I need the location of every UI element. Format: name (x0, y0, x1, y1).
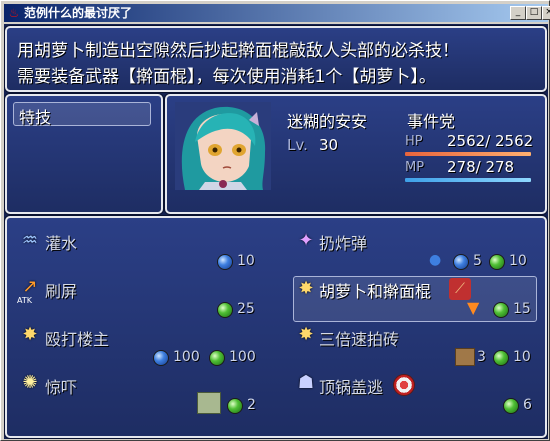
skill-name: 扔炸弹 (319, 234, 368, 253)
atk-arrow-icon: ↗ (22, 276, 38, 297)
crowd-icon: ☗ (297, 372, 315, 393)
green-cost-icon (503, 398, 519, 414)
skill-name: 胡萝卜和擀面棍 (319, 282, 432, 301)
skill-cost: 10 (513, 349, 531, 365)
app-flame-icon: ♨ (8, 6, 20, 20)
help-text-line-1: 用胡萝卜制造出空隙然后抄起擀面棍敲敌人头部的必杀技！ (17, 41, 459, 61)
maximize-button[interactable]: □ (526, 6, 542, 20)
green-cost-icon (493, 302, 509, 318)
skill-name: 三倍速拍砖 (319, 330, 400, 349)
skill-cost: 10 (237, 253, 255, 269)
title-bar[interactable]: ♨ 范例什么的最讨厌了 _ □ × (4, 4, 550, 22)
mp-value: 278/ 278 (447, 158, 515, 176)
game-screen: 用胡萝卜制造出空隙然后抄起擀面棍敲敌人头部的必杀技！ 需要装备武器【擀面棍】，每… (4, 24, 548, 439)
skill-type-window: 特技 (5, 94, 163, 214)
minimize-button[interactable]: _ (510, 6, 526, 20)
star-burst-icon: ✺ (22, 372, 38, 393)
close-button[interactable]: × (542, 6, 550, 20)
skill-cost: 5 (473, 253, 482, 269)
skill-cost: 6 (523, 397, 532, 413)
skill-cost: 15 (513, 301, 531, 317)
skill-name: 顶锅盖逃 (319, 378, 384, 397)
skill-name: 殴打楼主 (45, 330, 110, 349)
hp-value: 2562/ 2562 (447, 132, 534, 150)
bomb-item-icon: ● (429, 252, 442, 268)
brick-icon (455, 348, 475, 366)
skill-name: 灌水 (45, 234, 78, 253)
burst-icon: ✸ (22, 324, 38, 345)
window-title: 范例什么的最讨厌了 (24, 6, 133, 20)
level-label: Lv. (287, 136, 308, 154)
target-icon (393, 374, 415, 396)
atk-icon-label: ATK (17, 296, 32, 305)
carrot-icon: ▼ (467, 298, 480, 317)
green-cost-icon (209, 350, 225, 366)
bomb-sparkle-icon: ✦ (298, 230, 314, 251)
actor-status-window: 迷糊的安安 事件党 Lv. 30 HP 2562/ 2562 MP 278/ 2… (165, 94, 547, 214)
green-cost-icon (227, 398, 243, 414)
help-window: 用胡萝卜制造出空隙然后抄起擀面棍敲敌人头部的必杀技！ 需要装备武器【擀面棍】，每… (5, 26, 547, 92)
skill-name: 惊吓 (45, 378, 78, 397)
rolling-pin-icon: ⟋ (449, 278, 471, 300)
skill-cost: 100 (229, 349, 256, 365)
water-icon: ♒ (21, 230, 39, 251)
mp-label: MP (405, 160, 425, 175)
actor-name: 迷糊的安安 (287, 112, 368, 131)
app-window: ♨ 范例什么的最讨厌了 _ □ × 用胡萝卜制造出空隙然后抄起擀面棍敲敌人头部的… (0, 0, 550, 441)
hp-label: HP (405, 134, 423, 149)
skill-cost: 2 (247, 397, 256, 413)
blue-cost-icon (153, 350, 169, 366)
blue-cost-icon (453, 254, 469, 270)
skill-list-window: ♒ 灌水 10 ✦ 扔炸弹 ● 5 10 ↗ ATK 刷屏 25 ✸ 胡萝卜和擀… (5, 216, 547, 438)
green-cost-icon (489, 254, 505, 270)
book-icon (197, 392, 221, 414)
green-cost-icon (217, 302, 233, 318)
skill-name: 刷屏 (45, 282, 78, 301)
burst-icon: ✸ (298, 278, 314, 299)
blue-cost-icon (217, 254, 233, 270)
burst-icon: ✸ (298, 324, 314, 345)
mp-gauge-fill (405, 178, 531, 182)
skill-cost: 10 (509, 253, 527, 269)
green-cost-icon (493, 350, 509, 366)
actor-class: 事件党 (407, 112, 456, 131)
skill-cost: 25 (237, 301, 255, 317)
brick-count: 3 (477, 349, 486, 365)
hp-gauge-fill (405, 152, 531, 156)
actor-face-portrait (175, 102, 271, 190)
help-text-line-2: 需要装备武器【擀面棍】，每次使用消耗1个【胡萝卜】。 (17, 67, 436, 87)
skill-type-label[interactable]: 特技 (19, 104, 51, 128)
skill-cost: 100 (173, 349, 200, 365)
level-value: 30 (319, 136, 339, 154)
